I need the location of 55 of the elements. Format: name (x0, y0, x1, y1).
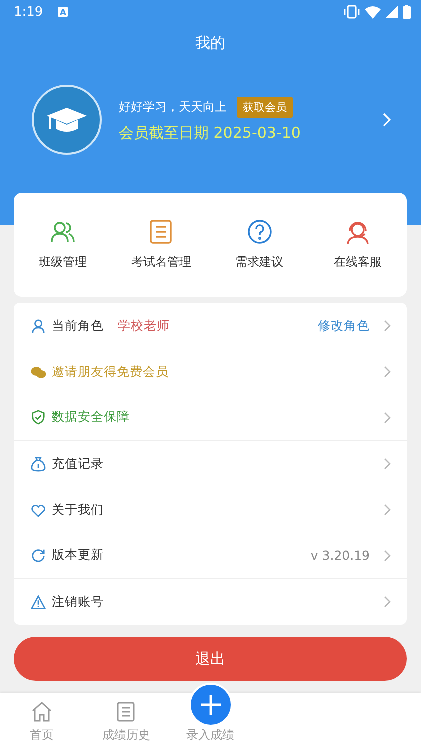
chevron-right-icon (384, 366, 391, 378)
person-icon (31, 318, 46, 334)
battery-icon (403, 5, 411, 19)
menu-item[interactable]: 注销账号 (14, 579, 407, 625)
chevron-right-icon (384, 504, 391, 516)
expiry-date: 会员截至日期 2025-03-10 (119, 124, 302, 143)
version-text: v 3.20.19 (310, 548, 370, 563)
chevron-right-icon (383, 113, 391, 127)
money-bag-icon (31, 456, 46, 472)
menu-label: 版本更新 (52, 547, 104, 564)
menu-label: 注销账号 (52, 594, 104, 610)
shortcut-label: 需求建议 (236, 254, 284, 271)
shortcut-label: 在线客服 (334, 254, 382, 271)
menu-item[interactable]: 版本更新 v 3.20.19 (14, 533, 407, 579)
chat-bubbles-icon (31, 364, 46, 380)
chevron-right-icon (384, 596, 391, 608)
warning-icon (31, 594, 46, 610)
shortcut-label: 班级管理 (39, 254, 88, 271)
document-icon (115, 701, 138, 723)
graduation-cap-icon (31, 84, 103, 156)
shortcut-label: 考试名管理 (131, 254, 192, 271)
chevron-right-icon (384, 412, 391, 424)
tab-label: 成绩历史 (102, 727, 150, 744)
chevron-right-icon (384, 458, 391, 470)
status-time: 1:19 (14, 4, 44, 20)
menu-item[interactable]: 充值记录 (14, 441, 407, 487)
menu-label: 当前角色 (52, 318, 104, 334)
shortcut-item[interactable]: 在线客服 (308, 219, 407, 271)
menu-label: 数据安全保障 (52, 409, 130, 426)
role-value: 学校老师 (118, 318, 170, 334)
chevron-right-icon (384, 320, 391, 332)
wifi-icon (365, 6, 381, 18)
motto-text: 好好学习，天天向上 (119, 99, 227, 116)
shortcut-item[interactable]: 需求建议 (210, 219, 309, 271)
chevron-right-icon (384, 550, 391, 562)
shield-check-icon (31, 410, 46, 425)
refresh-icon (31, 548, 46, 563)
change-role-link[interactable]: 修改角色 (318, 318, 370, 334)
menu-item[interactable]: 当前角色 学校老师 修改角色 (14, 303, 407, 349)
signal-icon (386, 6, 398, 18)
tab-label: 录入成绩 (186, 727, 234, 744)
logout-button[interactable]: 退出 (14, 637, 407, 681)
page-title: 我的 (194, 34, 226, 53)
menu-label: 关于我们 (52, 502, 104, 518)
heart-icon (31, 502, 46, 518)
menu-label: 充值记录 (52, 456, 104, 472)
notification-icon: A (58, 7, 68, 17)
menu-item[interactable]: 数据安全保障 (14, 395, 407, 441)
vibrate-icon (344, 5, 360, 19)
home-icon (31, 701, 54, 723)
tab-label: 首页 (30, 727, 54, 744)
menu-item[interactable]: 关于我们 (14, 487, 407, 533)
shortcut-item[interactable]: 班级管理 (14, 219, 112, 271)
shortcut-item[interactable]: 考试名管理 (112, 219, 210, 271)
menu-label: 邀请朋友得免费会员 (52, 364, 169, 380)
